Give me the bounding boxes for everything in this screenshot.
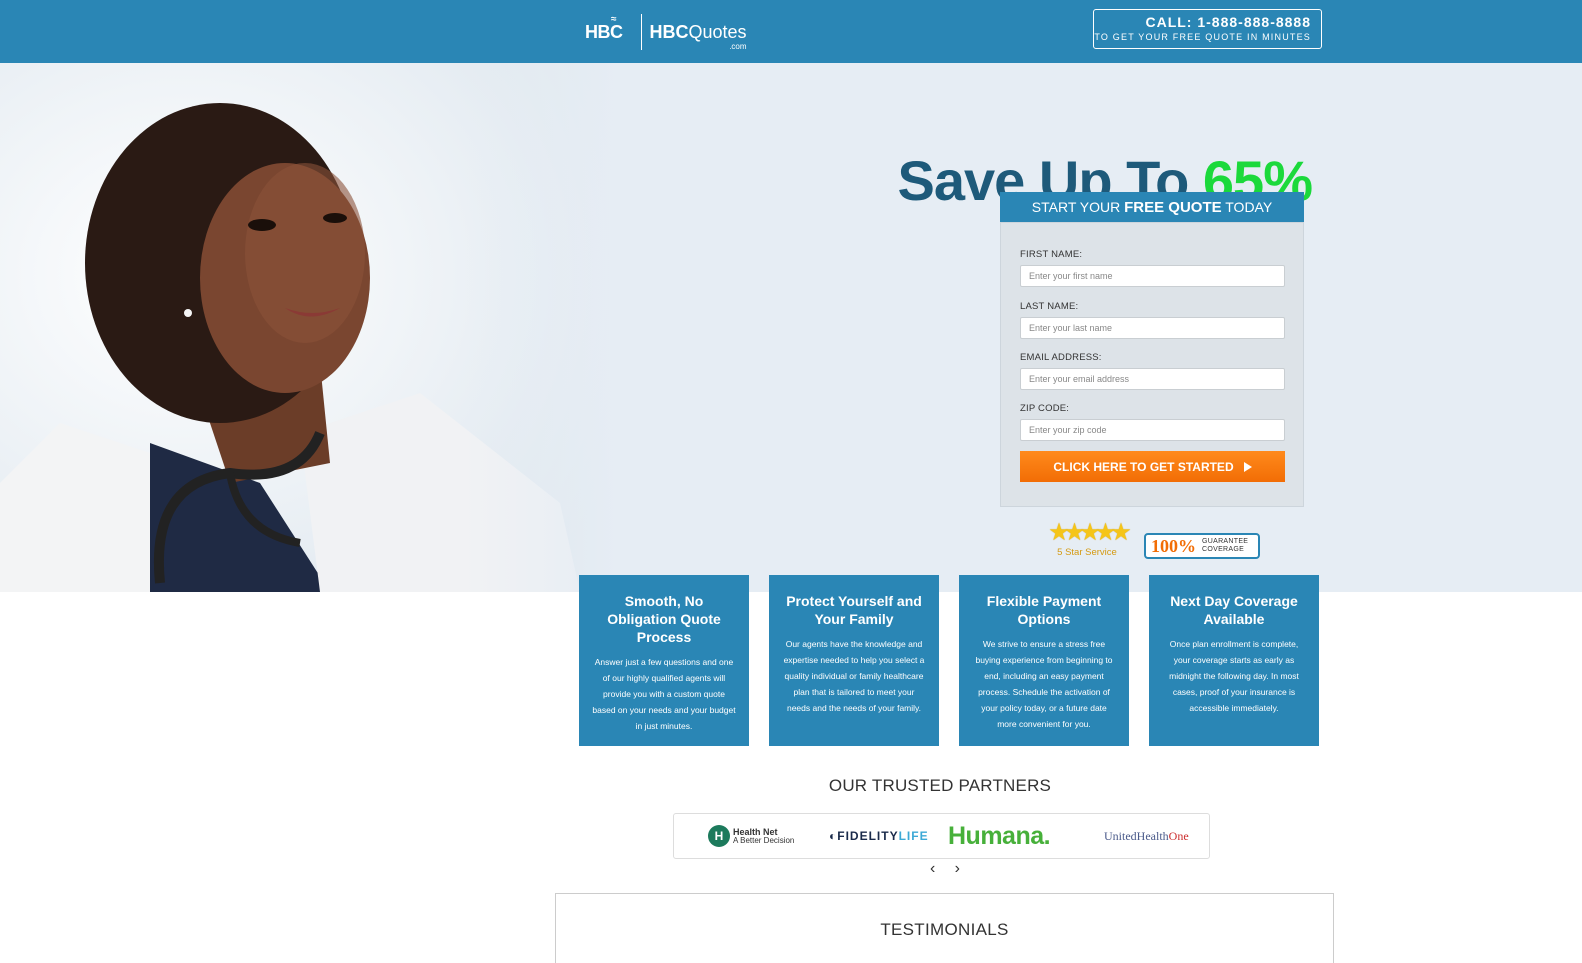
feature-card-quote-process: Smooth, No Obligation Quote Process Answ… xyxy=(579,575,749,746)
zip-label: ZIP CODE: xyxy=(1020,403,1070,414)
feature-card-protect-family: Protect Yourself and Your Family Our age… xyxy=(769,575,939,746)
logo-wordmark: HBCQuotes .com xyxy=(649,21,747,51)
united-health-one-wordmark: UnitedHealthOne xyxy=(1104,828,1189,843)
logo-hbc-mark: HBC ≈ xyxy=(585,13,623,42)
hero-section: Save Up To 65% ON YOUR HEALTH INSURANCE xyxy=(0,63,1582,592)
doctor-illustration xyxy=(0,63,620,592)
call-box[interactable]: CALL: 1-888-888-8888 TO GET YOUR FREE QU… xyxy=(1093,9,1322,49)
quote-form: FIRST NAME: LAST NAME: EMAIL ADDRESS: ZI… xyxy=(1000,222,1304,507)
guarantee-badge: 100% GUARANTEE COVERAGE xyxy=(1144,533,1260,559)
feature-title: Smooth, No Obligation Quote Process xyxy=(607,593,721,645)
stars-label: 5 Star Service xyxy=(1057,547,1117,558)
testimonials-section: TESTIMONIALS xyxy=(555,893,1334,963)
site-header: HBC ≈ HBCQuotes .com CALL: 1-888-888-8888 … xyxy=(0,0,1582,63)
hbc-logo[interactable]: HBC ≈ HBCQuotes .com xyxy=(585,12,747,52)
first-name-label: FIRST NAME: xyxy=(1020,249,1083,260)
call-number[interactable]: CALL: 1-888-888-8888 xyxy=(1094,14,1311,31)
testimonials-title: TESTIMONIALS xyxy=(880,920,1009,939)
partner-united-health-one[interactable]: UnitedHealthOne xyxy=(1104,814,1189,858)
humana-wordmark: Humana. xyxy=(948,821,1051,850)
email-label: EMAIL ADDRESS: xyxy=(1020,352,1102,363)
doctor-photo xyxy=(0,63,620,592)
email-input[interactable] xyxy=(1020,368,1285,390)
logo-divider xyxy=(640,14,642,50)
play-arrow-icon xyxy=(1243,462,1252,473)
call-subtext: TO GET YOUR FREE QUOTE IN MINUTES xyxy=(1094,32,1311,42)
feature-body: Our agents have the knowledge and expert… xyxy=(783,639,925,713)
stars-icon: ★★★★★ xyxy=(1048,519,1132,546)
health-net-logo-icon: H xyxy=(708,825,730,847)
quote-form-header: START YOUR FREE QUOTE TODAY xyxy=(1000,192,1304,222)
fidelity-swirl-icon: ◐ xyxy=(829,829,838,843)
feature-title: Protect Yourself and Your Family xyxy=(786,593,922,627)
guarantee-text: GUARANTEE COVERAGE xyxy=(1202,538,1249,553)
feature-body: Once plan enrollment is complete, your c… xyxy=(1169,639,1299,713)
feature-body: Answer just a few questions and one of o… xyxy=(592,657,736,731)
fidelity-life-wordmark: ◐FIDELITYLIFE xyxy=(829,829,929,843)
chevron-right-icon[interactable]: › xyxy=(955,861,960,877)
feature-card-payment-options: Flexible Payment Options We strive to en… xyxy=(959,575,1129,746)
get-started-button[interactable]: CLICK HERE TO GET STARTED xyxy=(1020,451,1285,482)
first-name-input[interactable] xyxy=(1020,265,1285,287)
health-net-wordmark: Health Net A Better Decision xyxy=(733,826,795,845)
five-star-badge: ★★★★★ 5 Star Service xyxy=(1044,519,1132,567)
feature-card-next-day-coverage: Next Day Coverage Available Once plan en… xyxy=(1149,575,1319,746)
partner-humana[interactable]: Humana. xyxy=(948,814,1051,858)
chevron-left-icon[interactable]: ‹ xyxy=(930,861,935,877)
last-name-input[interactable] xyxy=(1020,317,1285,339)
partner-fidelity-life[interactable]: ◐FIDELITYLIFE xyxy=(829,814,929,858)
carousel-nav: ‹ › xyxy=(930,861,960,877)
feature-body: We strive to ensure a stress free buying… xyxy=(975,639,1113,729)
logo-wing-icon: ≈ xyxy=(611,13,617,25)
feature-title: Flexible Payment Options xyxy=(986,593,1102,627)
feature-title: Next Day Coverage Available xyxy=(1170,593,1298,627)
last-name-label: LAST NAME: xyxy=(1020,301,1079,312)
partners-carousel: H Health Net A Better Decision ◐FIDELITYL… xyxy=(673,813,1210,859)
guarantee-percent: 100% xyxy=(1151,535,1196,556)
zip-input[interactable] xyxy=(1020,419,1285,441)
partner-health-net[interactable]: H Health Net A Better Decision xyxy=(708,814,794,858)
partners-title: OUR TRUSTED PARTNERS xyxy=(828,776,1052,795)
